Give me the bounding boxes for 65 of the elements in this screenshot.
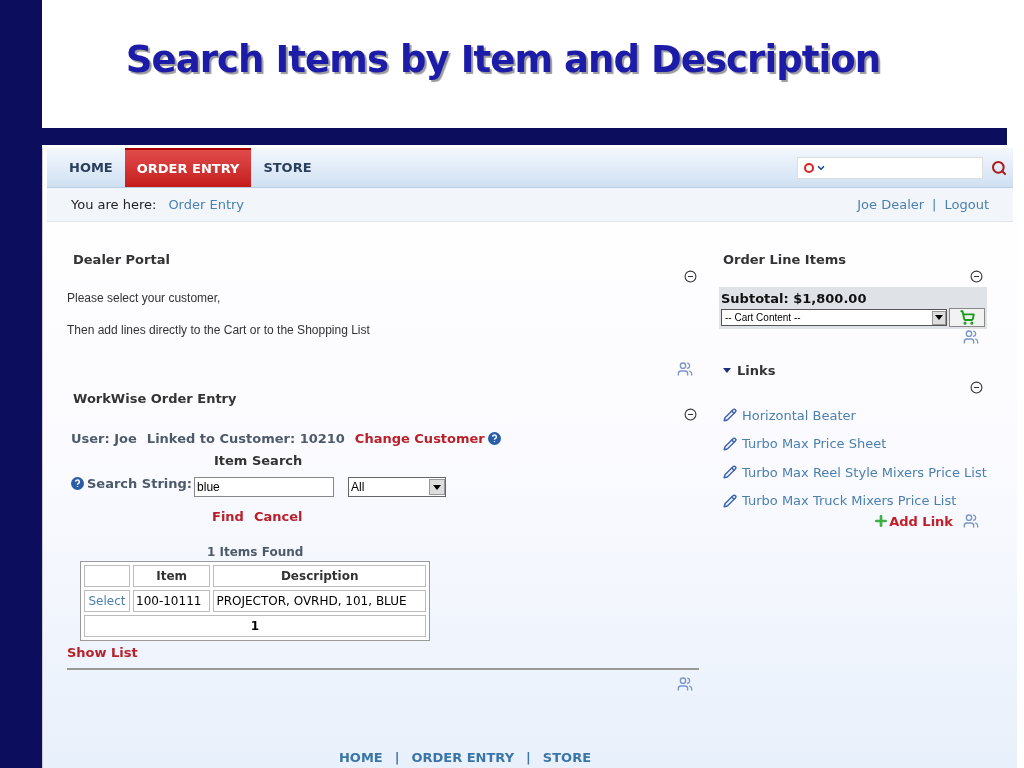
user-label: User: Joe	[71, 430, 137, 448]
table-cell: PROJECTOR, OVRHD, 101, BLUE	[213, 589, 426, 612]
nav-tab[interactable]: HOME	[57, 148, 125, 187]
people-icon[interactable]	[677, 360, 693, 377]
link-item[interactable]: Turbo Max Truck Mixers Price List	[742, 491, 957, 511]
search-icon[interactable]	[991, 159, 1007, 176]
pager-cell[interactable]: 1	[84, 614, 426, 637]
cart-icon	[959, 310, 975, 325]
section-title: Dealer Portal	[72, 251, 171, 269]
pencil-icon[interactable]	[723, 436, 737, 451]
footer-link[interactable]: ORDER ENTRY	[411, 748, 515, 768]
results-count: 1 Items Found	[207, 543, 305, 561]
help-icon[interactable]	[71, 477, 84, 491]
pencil-icon[interactable]	[723, 408, 737, 423]
subtotal-label: Subtotal: $1,800.00	[721, 289, 868, 308]
search-field[interactable]	[797, 156, 983, 179]
add-link-button[interactable]: Add Link	[873, 511, 953, 531]
plus-icon	[873, 513, 890, 530]
user-link[interactable]: Joe Dealer	[857, 194, 925, 215]
pencil-icon[interactable]	[723, 465, 737, 480]
customer-label: Linked to Customer: 10210	[146, 430, 345, 448]
collapse-icon[interactable]	[684, 269, 697, 283]
column-header: Description	[213, 564, 426, 587]
select-link[interactable]: Select	[84, 589, 130, 612]
cart-content-dropdown[interactable]: -- Cart Content --	[721, 309, 947, 326]
column-header: Item	[133, 564, 211, 587]
separator: |	[526, 749, 531, 768]
link-item[interactable]: Turbo Max Reel Style Mixers Price List	[742, 462, 987, 482]
section-title: Links	[737, 362, 776, 380]
separator: |	[394, 749, 400, 768]
collapse-icon[interactable]	[684, 408, 697, 421]
collapse-icon[interactable]	[970, 380, 983, 394]
find-button[interactable]: Find	[212, 507, 244, 527]
footer-link[interactable]: HOME	[338, 748, 383, 768]
scope-dropdown[interactable]: All	[348, 477, 447, 497]
people-icon[interactable]	[963, 329, 979, 345]
search-scope-icon[interactable]	[802, 161, 826, 174]
nav-tab[interactable]: ORDER ENTRY	[124, 148, 252, 187]
pencil-icon[interactable]	[723, 493, 737, 508]
breadcrumb-link[interactable]: Order Entry	[168, 194, 245, 215]
nav-tab[interactable]: STORE	[251, 148, 324, 187]
search-label: Search String:	[87, 475, 193, 493]
caret-icon[interactable]	[723, 366, 731, 375]
show-list-link[interactable]: Show List	[67, 642, 701, 662]
footer-link[interactable]: STORE	[542, 748, 592, 768]
people-icon[interactable]	[963, 513, 979, 530]
portal-text: Then add lines directly to the Cart or to the Shopping List	[67, 321, 371, 339]
section-title: WorkWise Order Entry	[72, 389, 238, 408]
collapse-icon[interactable]	[970, 269, 983, 283]
section-title: Order Line Items	[722, 251, 847, 269]
change-customer-link[interactable]: Change Customer	[354, 429, 485, 449]
user-link[interactable]: Logout	[944, 194, 989, 215]
portal-text: Please select your customer,	[67, 289, 222, 307]
search-title: Item Search	[214, 451, 304, 470]
link-item[interactable]: Turbo Max Price Sheet	[742, 434, 887, 454]
link-item[interactable]: Horizontal Beater	[742, 405, 856, 425]
separator: |	[932, 195, 937, 214]
table-cell: 100-10111	[133, 589, 211, 612]
help-icon[interactable]	[487, 432, 501, 446]
slide-title: Search Items by Item and Description	[125, 37, 881, 84]
breadcrumb-label: You are here:	[71, 195, 157, 214]
table-cell	[84, 564, 130, 587]
cancel-button[interactable]: Cancel	[253, 507, 303, 527]
people-icon[interactable]	[677, 676, 693, 692]
search-string-field[interactable]: blue	[194, 477, 335, 497]
